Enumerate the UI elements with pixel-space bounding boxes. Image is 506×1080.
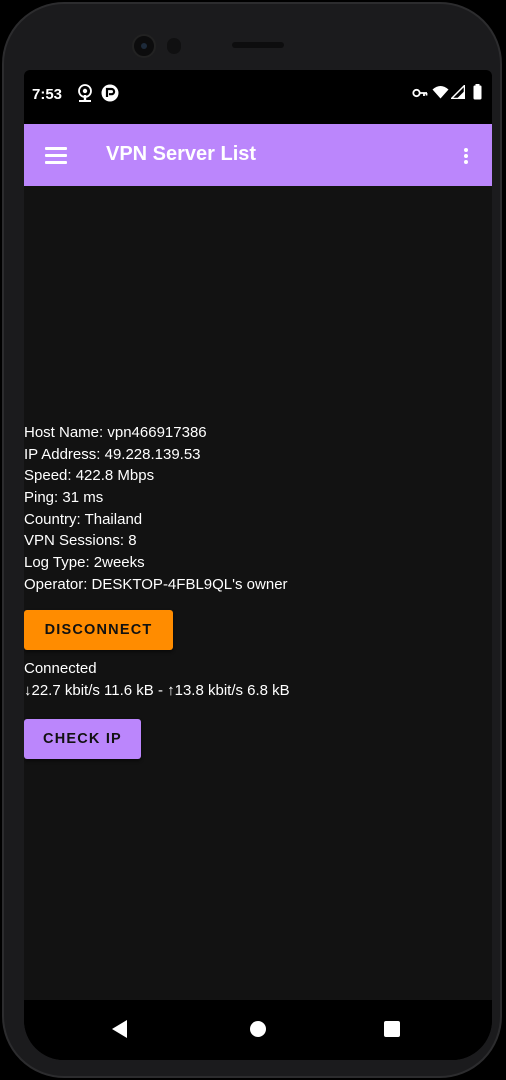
server-info: Host Name: vpn466917386 IP Address: 49.2… (24, 422, 288, 596)
screen: 7:53 VPN Server List Host Name: vpn46691… (24, 70, 492, 1060)
traffic-stats-text: ↓22.7 kbit/s 11.6 kB - ↑13.8 kbit/s 6.8 … (24, 681, 290, 699)
battery-icon (473, 84, 482, 104)
vpn-key-icon (412, 86, 428, 103)
operator-text: Operator: DESKTOP-4FBL9QL's owner (24, 575, 288, 593)
speed-text: Speed: 422.8 Mbps (24, 467, 155, 485)
status-bar: 7:53 (24, 70, 492, 122)
page-title: VPN Server List (106, 143, 257, 165)
status-time: 7:53 (32, 86, 63, 103)
app-bar: VPN Server List (24, 124, 492, 186)
podcast-icon (76, 84, 94, 108)
country-text: Country: Thailand (24, 510, 143, 528)
check-ip-button[interactable]: CHECK IP (24, 719, 141, 759)
hamburger-menu-icon[interactable] (42, 141, 70, 169)
wifi-icon (432, 85, 449, 103)
log-type-text: Log Type: 2weeks (24, 554, 145, 572)
back-icon[interactable] (112, 1020, 127, 1038)
phone-frame: 7:53 VPN Server List Host Name: vpn46691… (2, 2, 502, 1078)
proximity-sensor (167, 38, 181, 54)
more-vert-icon[interactable] (456, 142, 476, 170)
host-name-text: Host Name: vpn466917386 (24, 424, 207, 441)
vpn-sessions-text: VPN Sessions: 8 (24, 532, 137, 550)
app-badge-icon (101, 84, 119, 106)
ip-address-text: IP Address: 49.228.139.53 (24, 445, 201, 463)
home-icon[interactable] (250, 1021, 266, 1037)
signal-icon (449, 83, 466, 103)
main-content: Host Name: vpn466917386 IP Address: 49.2… (24, 186, 492, 1000)
connection-state-text: Connected (24, 660, 97, 677)
connection-status: Connected ↓22.7 kbit/s 11.6 kB - ↑13.8 k… (24, 658, 290, 701)
ping-text: Ping: 31 ms (24, 489, 104, 507)
front-camera (132, 34, 156, 58)
disconnect-button[interactable]: DISCONNECT (24, 610, 173, 650)
recent-apps-icon[interactable] (384, 1021, 400, 1037)
navigation-bar (24, 1000, 492, 1060)
earpiece-speaker (232, 42, 284, 48)
